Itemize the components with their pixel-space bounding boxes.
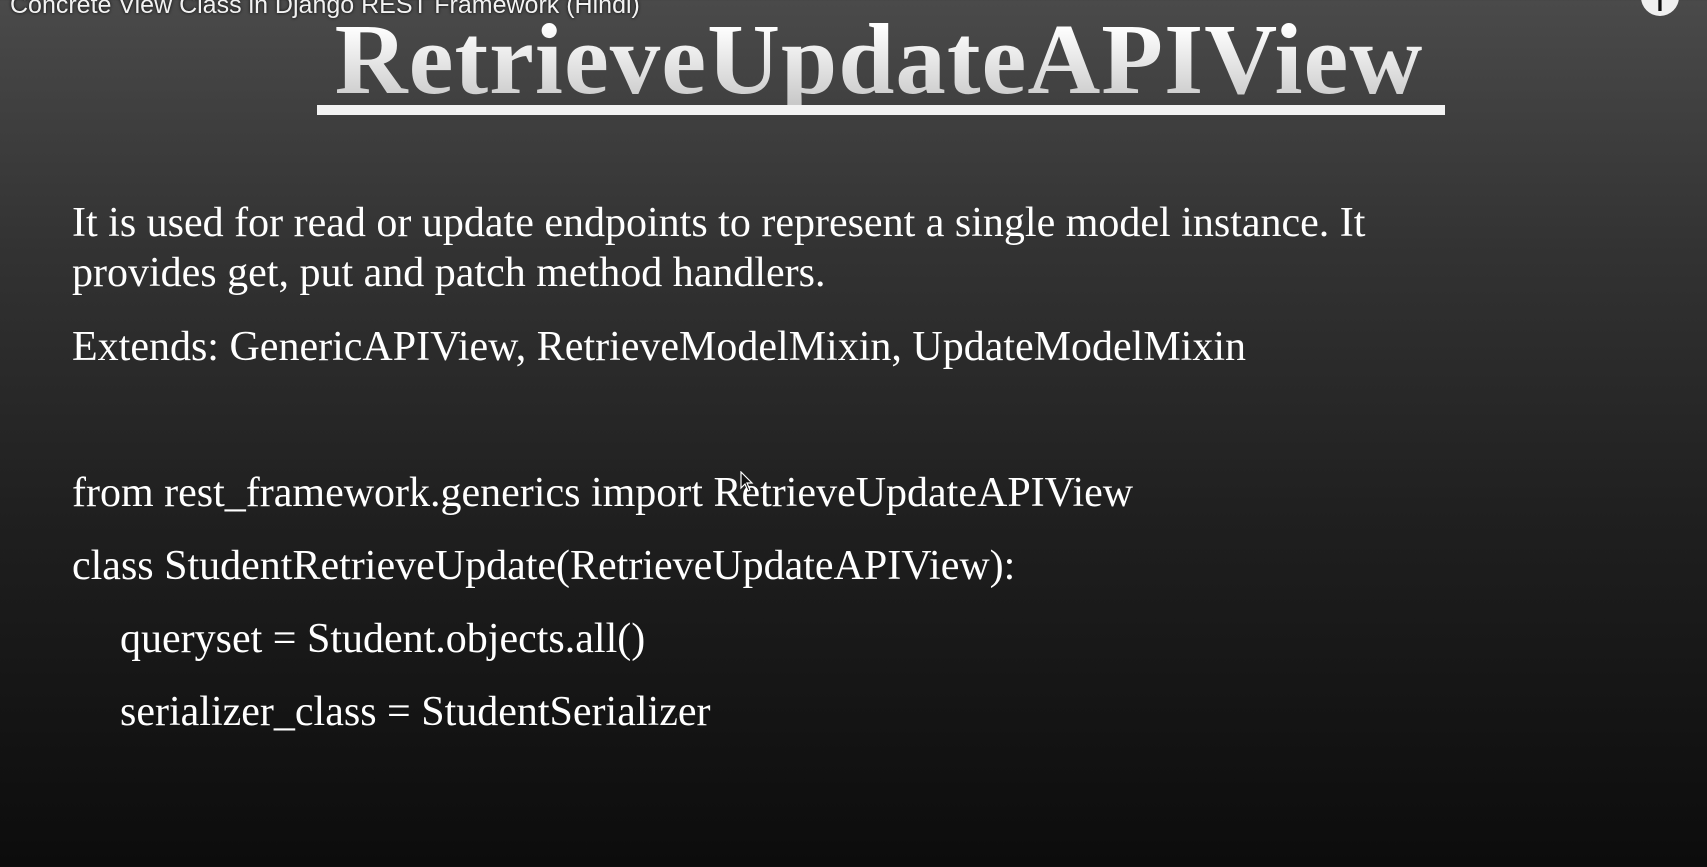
title-underline — [317, 105, 1445, 115]
code-queryset-line: queryset = Student.objects.all() — [120, 616, 646, 662]
code-import-line: from rest_framework.generics import Retr… — [72, 470, 1134, 516]
slide-title: RetrieveUpdateAPIView — [0, 4, 1707, 114]
description-line-1: It is used for read or update endpoints … — [72, 200, 1366, 246]
description-line-2: provides get, put and patch method handl… — [72, 250, 826, 296]
extends-line: Extends: GenericAPIView, RetrieveModelMi… — [72, 324, 1247, 370]
code-class-line: class StudentRetrieveUpdate(RetrieveUpda… — [72, 543, 1016, 589]
code-serializer-line: serializer_class = StudentSerializer — [120, 689, 711, 735]
mouse-cursor-icon — [740, 471, 754, 492]
